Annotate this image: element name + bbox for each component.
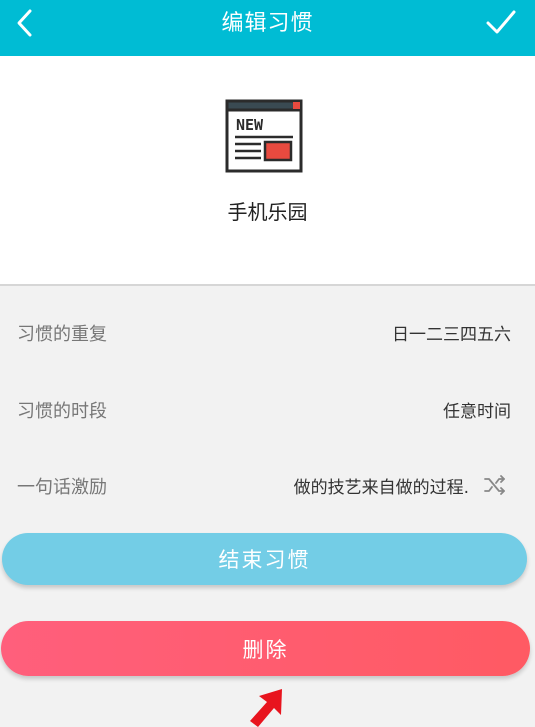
motto-label: 一句话激励 xyxy=(17,477,107,498)
red-arrow-icon xyxy=(250,689,282,727)
confirm-button[interactable] xyxy=(481,4,521,40)
end-habit-button[interactable]: 结束习惯 xyxy=(2,533,527,585)
habit-card: NEW 手机乐园 xyxy=(0,56,535,286)
motto-value: 做的技艺来自做的过程. xyxy=(293,478,469,498)
checkmark-icon xyxy=(486,10,516,34)
period-row[interactable]: 习惯的时段 任意时间 xyxy=(0,385,535,431)
habit-name: 手机乐园 xyxy=(227,200,308,224)
motto-row[interactable]: 一句话激励 做的技艺来自做的过程. xyxy=(0,461,535,507)
repeat-label: 习惯的重复 xyxy=(17,324,107,345)
delete-button[interactable]: 删除 xyxy=(1,621,530,676)
svg-text:NEW: NEW xyxy=(236,116,264,134)
shuffle-icon[interactable] xyxy=(483,473,507,497)
repeat-value: 日一二三四五六 xyxy=(392,325,511,345)
page-title: 编辑习惯 xyxy=(221,11,314,36)
news-app-icon[interactable]: NEW xyxy=(225,99,303,173)
repeat-row[interactable]: 习惯的重复 日一二三四五六 xyxy=(0,308,535,354)
period-value: 任意时间 xyxy=(443,402,511,422)
app-header: 编辑习惯 xyxy=(0,0,535,56)
period-label: 习惯的时段 xyxy=(17,401,107,422)
